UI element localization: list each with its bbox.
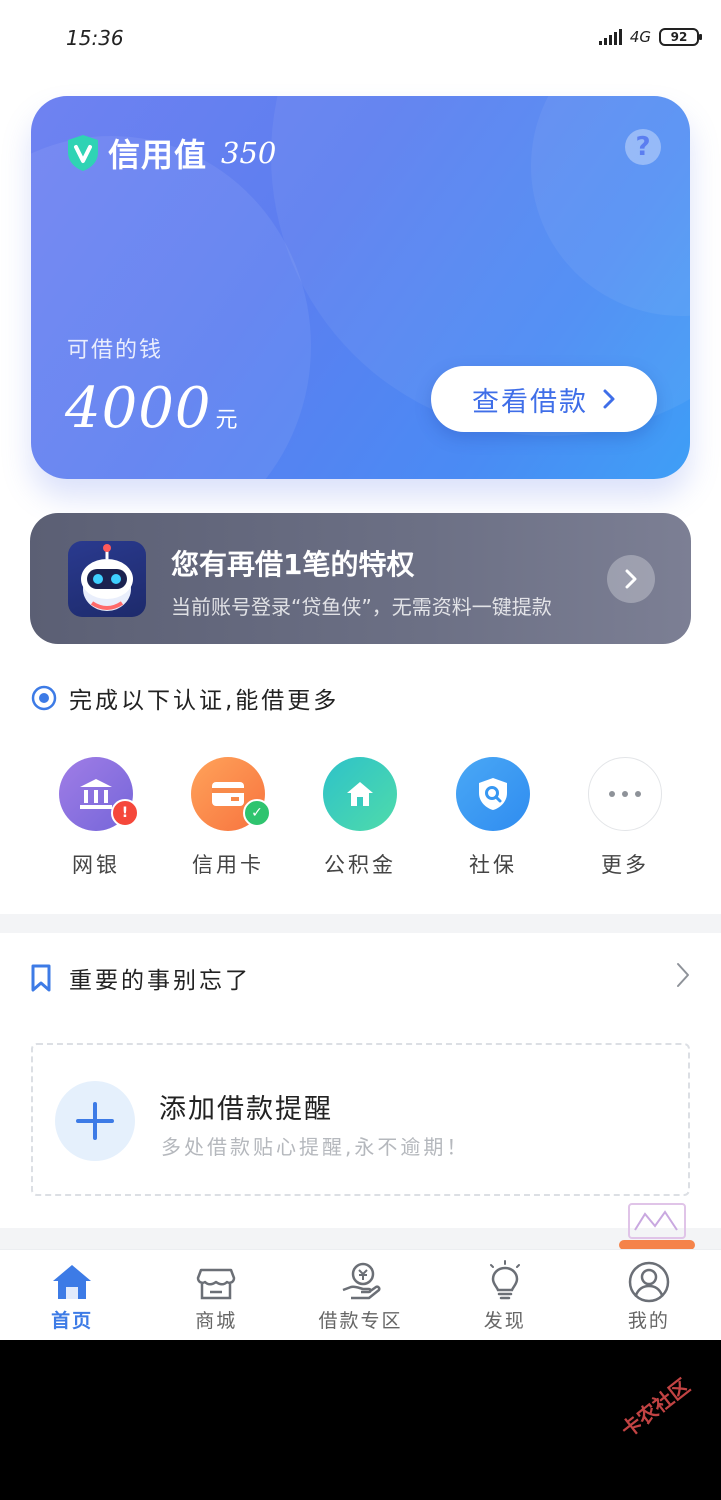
tab-label: 发现 — [483, 1310, 526, 1332]
banner-arrow-button[interactable] — [607, 555, 655, 603]
privilege-banner[interactable]: 您有再借1笔的特权 当前账号登录“贷鱼侠”，无需资料一键提款 — [30, 513, 691, 644]
loan-hand-icon — [342, 1262, 380, 1300]
network-type: 4G — [629, 28, 651, 46]
watermark-text: 卡农社区 — [616, 1373, 695, 1443]
tab-label: 商城 — [195, 1310, 238, 1332]
robot-mascot-icon — [68, 541, 146, 617]
credit-brand: 信用值 350 — [66, 130, 276, 176]
chevron-right-icon — [603, 389, 615, 409]
cert-online-banking[interactable]: ! 网银 — [46, 757, 146, 879]
cert-social-security[interactable]: 社保 — [443, 757, 543, 879]
bookmark-icon — [31, 964, 51, 992]
certification-title: 完成以下认证,能借更多 — [69, 688, 340, 714]
certification-header: 完成以下认证,能借更多 — [31, 681, 339, 715]
house-icon — [323, 757, 397, 831]
battery-level: 92 — [670, 30, 688, 44]
v-shield-icon — [68, 135, 98, 171]
section-divider — [0, 914, 721, 933]
tab-label: 首页 — [51, 1310, 94, 1332]
floating-ad-icon[interactable] — [619, 1200, 695, 1250]
cert-label: 信用卡 — [192, 853, 264, 877]
amount-value: 4000 — [65, 376, 212, 441]
cert-label: 更多 — [601, 853, 649, 877]
battery-icon: 92 — [659, 28, 702, 46]
banner-title: 您有再借1笔的特权 — [171, 548, 415, 581]
app-screen: 15:36 4G 92 信用值 350 ? 可借的钱 4000 元 查看借款 您… — [0, 0, 721, 1340]
reminder-title: 重要的事别忘了 — [69, 968, 251, 994]
available-amount: 4000 元 — [65, 376, 238, 441]
user-icon — [628, 1261, 670, 1303]
target-icon — [31, 685, 57, 711]
reminder-header[interactable]: 重要的事别忘了 — [31, 961, 251, 995]
section-divider — [0, 1228, 721, 1249]
cert-housing-fund[interactable]: 公积金 — [310, 757, 410, 879]
credit-title: 信用值 — [108, 136, 208, 174]
tab-store[interactable]: 商城 — [144, 1250, 288, 1340]
tab-home[interactable]: 首页 — [0, 1250, 144, 1340]
chevron-right-icon — [625, 569, 637, 589]
available-label: 可借的钱 — [67, 338, 164, 363]
alert-badge-icon: ! — [111, 799, 139, 827]
check-badge-icon: ✓ — [243, 799, 271, 827]
cert-label: 社保 — [469, 853, 517, 877]
tab-mine[interactable]: 我的 — [577, 1250, 721, 1340]
store-icon — [197, 1268, 236, 1300]
view-loan-button[interactable]: 查看借款 — [431, 366, 657, 432]
cert-label: 网银 — [72, 853, 120, 877]
signal-icon — [598, 29, 622, 45]
status-time: 15:36 — [66, 26, 124, 50]
cert-credit-card[interactable]: ✓ 信用卡 — [178, 757, 278, 879]
add-reminder-title: 添加借款提醒 — [159, 1094, 333, 1125]
question-icon[interactable]: ? — [625, 129, 661, 165]
bottom-tab-bar: 首页 商城 借款专区 发现 我的 — [0, 1249, 721, 1340]
tab-discover[interactable]: 发现 — [433, 1250, 577, 1340]
tab-label: 借款专区 — [318, 1310, 403, 1332]
banner-subtitle: 当前账号登录“贷鱼侠”，无需资料一键提款 — [171, 595, 552, 619]
add-reminder-button[interactable] — [55, 1081, 135, 1161]
chevron-right-icon[interactable] — [676, 962, 690, 988]
tab-loan-zone[interactable]: 借款专区 — [288, 1250, 432, 1340]
credit-card-icon: ✓ — [191, 757, 271, 831]
add-reminder-card[interactable]: 添加借款提醒 多处借款贴心提醒,永不逾期！ — [31, 1043, 690, 1196]
shield-search-icon — [456, 757, 530, 831]
home-icon — [53, 1265, 92, 1299]
add-reminder-subtitle: 多处借款贴心提醒,永不逾期！ — [161, 1135, 470, 1159]
cert-more[interactable]: 更多 — [575, 757, 675, 879]
plus-icon — [76, 1102, 114, 1140]
cert-label: 公积金 — [324, 853, 396, 877]
more-icon — [588, 757, 662, 831]
amount-unit: 元 — [215, 408, 238, 433]
lightbulb-icon — [489, 1260, 520, 1300]
status-indicators: 4G 92 — [598, 28, 702, 46]
credit-card-panel: 信用值 350 ? 可借的钱 4000 元 查看借款 — [31, 96, 690, 479]
credit-score: 350 — [221, 136, 277, 170]
bank-icon: ! — [59, 757, 139, 831]
tab-label: 我的 — [627, 1310, 670, 1332]
view-loan-label: 查看借款 — [472, 386, 588, 418]
